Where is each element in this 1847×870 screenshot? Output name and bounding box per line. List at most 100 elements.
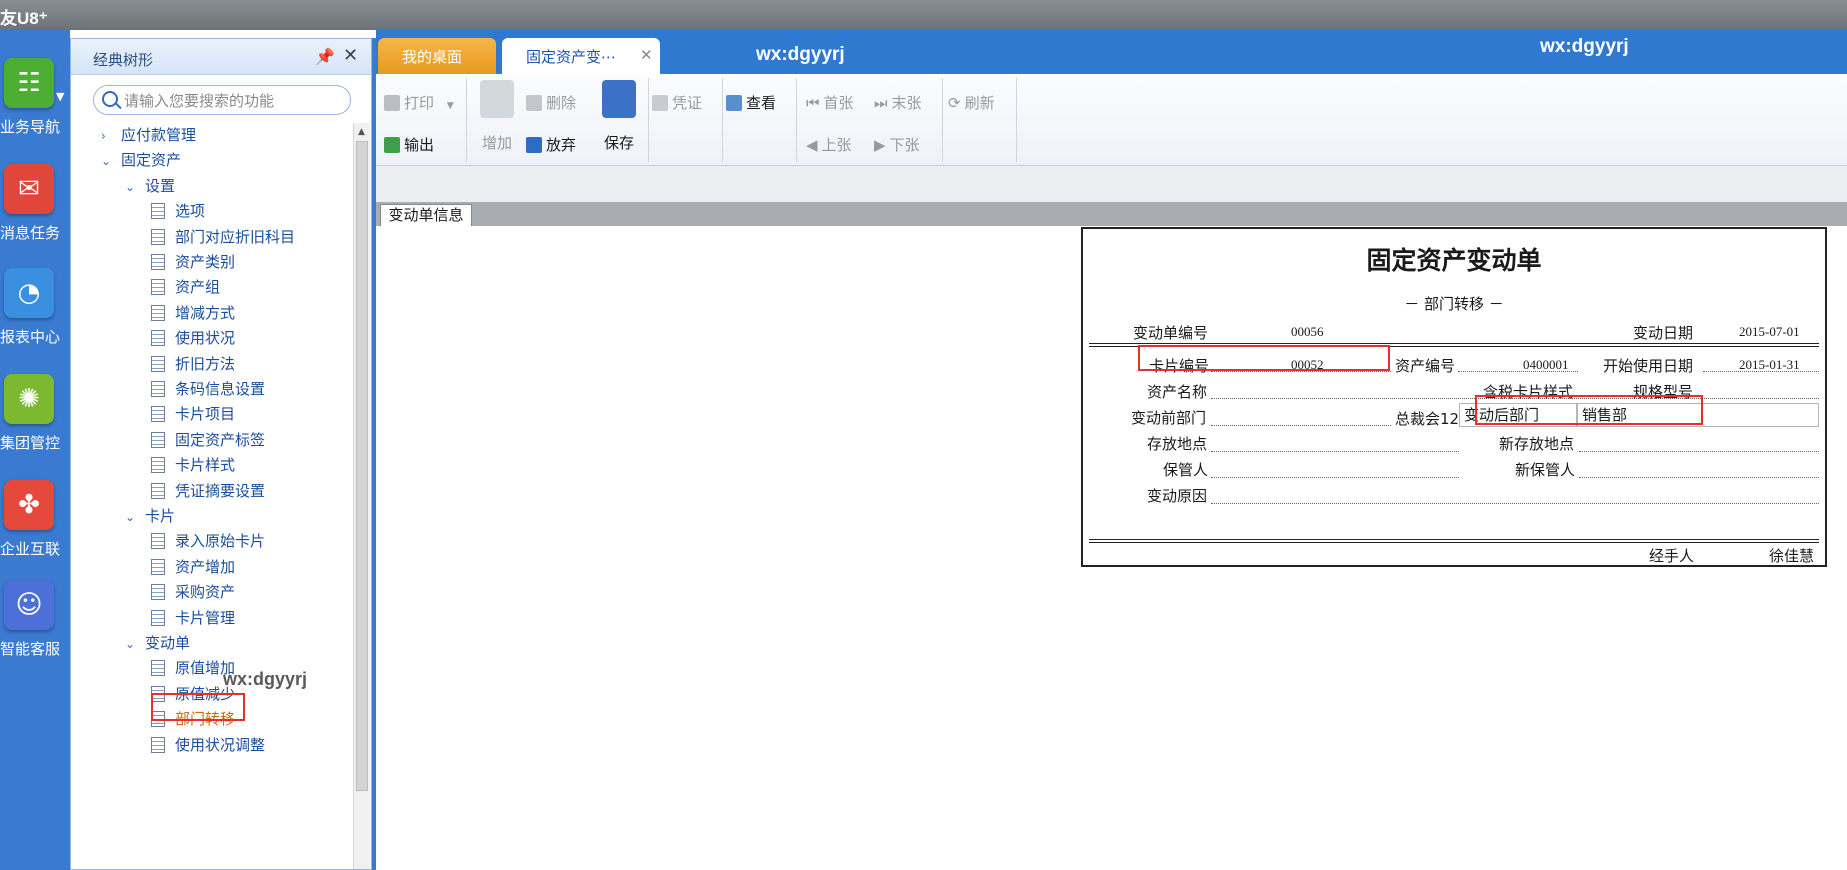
location-label: 存放地点 bbox=[1147, 435, 1208, 453]
nav-group-control[interactable]: ✺ 集团管控 bbox=[0, 374, 70, 474]
document-icon bbox=[151, 279, 165, 296]
chevron-down-icon[interactable]: ⌄ bbox=[125, 630, 145, 658]
search-icon bbox=[102, 91, 118, 107]
tree-item-label: 固定资产 bbox=[121, 151, 182, 170]
separator bbox=[648, 78, 649, 162]
tree-item-label: 使用状况 bbox=[175, 329, 236, 348]
tree-item[interactable]: 采购资产 bbox=[151, 578, 235, 606]
pin-icon[interactable]: 📌 bbox=[315, 47, 335, 66]
tree-item[interactable]: 录入原始卡片 bbox=[151, 527, 265, 555]
chevron-down-icon[interactable]: ▼ bbox=[56, 90, 64, 103]
new-keeper-label: 新保管人 bbox=[1515, 461, 1576, 479]
before-dept-value: 总裁会12 bbox=[1395, 410, 1460, 428]
chevron-down-icon[interactable]: ▼ bbox=[447, 101, 454, 111]
tree-item[interactable]: 增减方式 bbox=[151, 299, 235, 327]
last-button[interactable]: ⏭ 末张 bbox=[874, 92, 922, 113]
first-button[interactable]: ⏮ 首张 bbox=[806, 92, 854, 113]
tree-item[interactable]: ⌄ 卡片 bbox=[125, 502, 175, 530]
search-input[interactable] bbox=[124, 90, 344, 112]
document-icon bbox=[151, 381, 165, 397]
tree-item[interactable]: 使用状况调整 bbox=[151, 731, 265, 759]
tree-item[interactable]: 使用状况 bbox=[151, 324, 235, 352]
title-bar: 友U8⁺ bbox=[0, 0, 1847, 30]
tab-label: 我的桌面 bbox=[402, 48, 463, 66]
nav-business-nav[interactable]: ☷ ▼ 业务导航 bbox=[0, 58, 70, 158]
handler-label: 经手人 bbox=[1649, 547, 1695, 565]
report-center-icon: ◔ bbox=[4, 268, 54, 318]
discard-button[interactable]: 放弃 bbox=[526, 134, 576, 155]
tree-item-label: 选项 bbox=[175, 202, 206, 221]
asset-name-label: 资产名称 bbox=[1147, 383, 1208, 401]
document-icon bbox=[151, 482, 165, 499]
chevron-down-icon[interactable]: ⌄ bbox=[125, 503, 145, 531]
nav-enterprise-link[interactable]: ✤ 企业互联 bbox=[0, 480, 70, 580]
section-strip: 变动单信息 bbox=[376, 202, 1847, 226]
tree-item[interactable]: 卡片项目 bbox=[151, 400, 235, 428]
view-button[interactable]: 查看 bbox=[726, 92, 776, 113]
group-control-icon: ✺ bbox=[4, 374, 54, 424]
search-box[interactable] bbox=[93, 85, 351, 115]
last-page-icon: ⏭ bbox=[874, 94, 888, 112]
export-button[interactable]: 输出 bbox=[384, 134, 434, 155]
document-icon bbox=[151, 736, 165, 753]
nav-smart-service[interactable]: ☺ 智能客服 bbox=[0, 580, 70, 680]
document-icon bbox=[151, 609, 165, 626]
scroll-up-icon[interactable]: ▲ bbox=[358, 127, 365, 137]
print-button[interactable]: 打印 ▼ bbox=[384, 92, 454, 113]
asset-no-line bbox=[1458, 371, 1578, 372]
tree-item[interactable]: 折旧方法 bbox=[151, 350, 235, 378]
reason-label: 变动原因 bbox=[1147, 487, 1208, 505]
chevron-down-icon[interactable]: ⌄ bbox=[125, 173, 145, 201]
prev-button[interactable]: ◀ 上张 bbox=[806, 134, 852, 155]
chevron-down-icon[interactable]: ⌄ bbox=[101, 147, 121, 175]
close-tab-icon[interactable]: ✕ bbox=[640, 46, 653, 64]
voucher-icon bbox=[652, 95, 668, 111]
voucher-button[interactable]: 凭证 bbox=[652, 92, 702, 113]
tree-item-label: 资产类别 bbox=[175, 253, 236, 271]
delete-button[interactable]: 删除 bbox=[526, 92, 576, 113]
tree-scrollbar[interactable]: ▲ bbox=[353, 123, 370, 869]
next-button[interactable]: ▶ 下张 bbox=[874, 134, 920, 155]
save-button[interactable]: 保存 bbox=[602, 80, 638, 160]
scrollbar-thumb[interactable] bbox=[356, 141, 368, 791]
view-icon bbox=[726, 95, 742, 111]
refresh-button[interactable]: ⟳ 刷新 bbox=[948, 92, 995, 113]
handler-value: 徐佳慧 bbox=[1769, 547, 1815, 565]
change-date-value: 2015-07-01 bbox=[1739, 324, 1800, 339]
tree-item[interactable]: 卡片管理 bbox=[151, 604, 235, 632]
new-location-line bbox=[1579, 451, 1819, 452]
tab-change-info[interactable]: 变动单信息 bbox=[380, 204, 472, 226]
tree-item[interactable]: 资产增加 bbox=[151, 553, 235, 581]
nav-message-task[interactable]: ✉ 消息任务 bbox=[0, 164, 70, 264]
tree-item[interactable]: › 应付款管理 bbox=[101, 123, 196, 149]
tab-fixed-asset-change[interactable]: 固定资产变⋯ ✕ bbox=[502, 38, 660, 74]
tree-item[interactable]: ⌄ 变动单 bbox=[125, 629, 190, 657]
highlight-box bbox=[1475, 395, 1703, 425]
nav-report-center[interactable]: ◔ 报表中心 bbox=[0, 268, 70, 368]
tree-item[interactable]: 资产组 bbox=[151, 273, 220, 301]
tree-item[interactable]: 卡片样式 bbox=[151, 451, 235, 479]
left-nav-bar: ☷ ▼ 业务导航 ✉ 消息任务 ◔ 报表中心 ✺ 集团管控 ✤ 企业互联 ☺ 智… bbox=[0, 30, 70, 870]
asset-no-label: 资产编号 bbox=[1395, 357, 1456, 375]
document-icon bbox=[151, 533, 165, 550]
document-icon bbox=[151, 584, 165, 601]
nav-label: 智能客服 bbox=[0, 640, 61, 658]
document-icon bbox=[151, 431, 165, 448]
tree-item[interactable]: 部门对应折旧科目 bbox=[151, 223, 295, 251]
add-button[interactable]: 增加 bbox=[480, 80, 516, 160]
tab-my-desktop[interactable]: 我的桌面 bbox=[378, 38, 496, 74]
tree-item[interactable]: 选项 bbox=[151, 197, 205, 225]
change-date-label: 变动日期 bbox=[1633, 324, 1694, 342]
document-icon bbox=[151, 355, 165, 372]
first-page-icon: ⏮ bbox=[806, 94, 820, 112]
change-no-value: 00056 bbox=[1291, 324, 1324, 339]
close-icon[interactable]: ✕ bbox=[343, 45, 358, 66]
tree-item[interactable]: 条码信息设置 bbox=[151, 375, 265, 403]
separator bbox=[722, 78, 723, 162]
tree-item[interactable]: 资产类别 bbox=[151, 248, 235, 276]
tree-item[interactable]: ⌄ 设置 bbox=[125, 172, 175, 200]
tree-item[interactable]: ⌄ 固定资产 bbox=[101, 146, 181, 174]
tab-label: 固定资产变⋯ bbox=[526, 48, 617, 66]
tree-item[interactable]: 凭证摘要设置 bbox=[151, 477, 265, 505]
tree-item[interactable]: 固定资产标签 bbox=[151, 426, 265, 454]
